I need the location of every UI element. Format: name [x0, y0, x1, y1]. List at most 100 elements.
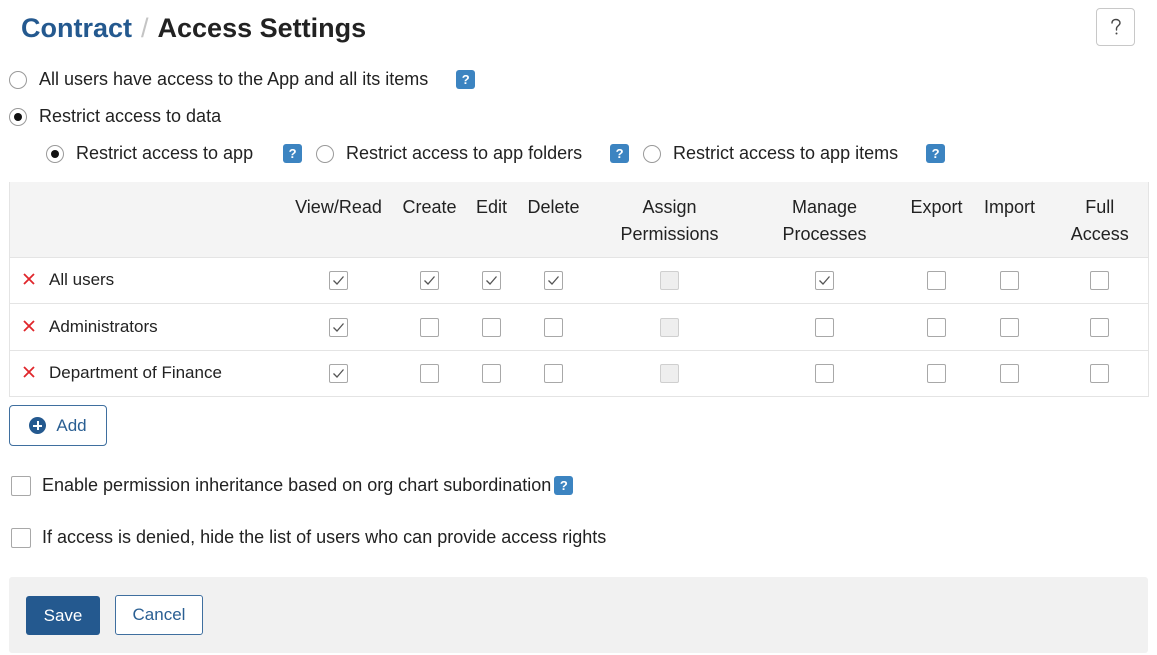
permission-cell-delete: [512, 257, 596, 304]
radio-all-users[interactable]: All users have access to the App and all…: [9, 69, 476, 90]
column-header: Import: [968, 182, 1052, 257]
radio-restrict-folders[interactable]: Restrict access to app folders ?: [316, 143, 630, 164]
permission-checkbox-edit[interactable]: [482, 317, 501, 337]
permission-checkbox-edit[interactable]: [482, 271, 501, 291]
inheritance-option[interactable]: Enable permission inheritance based on o…: [11, 475, 574, 496]
permission-checkbox-export[interactable]: [927, 364, 946, 384]
help-badge-icon[interactable]: ?: [926, 144, 946, 163]
hide-list-checkbox[interactable]: [11, 527, 31, 548]
permission-cell-assign: [596, 304, 744, 351]
permission-checkbox-delete[interactable]: [544, 317, 563, 337]
hide-list-label: If access is denied, hide the list of us…: [42, 527, 607, 547]
permission-checkbox-delete[interactable]: [544, 271, 563, 291]
table-row: Department of Finance: [9, 350, 1149, 397]
permission-checkbox-export[interactable]: [927, 317, 946, 337]
permission-checkbox-manage[interactable]: [815, 317, 834, 337]
permission-checkbox-import[interactable]: [1000, 364, 1019, 384]
radio-restrict-app[interactable]: Restrict access to app ?: [46, 143, 303, 164]
permission-cell-manage: [744, 257, 906, 304]
column-header: Delete: [512, 182, 596, 257]
permission-checkbox-view[interactable]: [329, 317, 348, 337]
permission-cell-export: [906, 350, 968, 397]
row-name-cell: Department of Finance: [10, 350, 290, 397]
remove-icon[interactable]: [22, 272, 36, 286]
save-button[interactable]: Save: [26, 596, 100, 635]
permission-cell-view: [290, 350, 388, 397]
column-header: Full Access: [1052, 182, 1149, 257]
permission-cell-export: [906, 304, 968, 351]
help-badge-icon[interactable]: ?: [456, 70, 476, 89]
permission-checkbox-delete[interactable]: [544, 364, 563, 384]
help-badge-icon[interactable]: ?: [610, 144, 630, 163]
permission-cell-edit: [472, 350, 512, 397]
column-header-label: Edit: [475, 197, 508, 217]
remove-icon[interactable]: [22, 365, 36, 379]
permission-checkbox-import[interactable]: [1000, 317, 1019, 337]
breadcrumb-link-contract[interactable]: Contract: [21, 13, 132, 43]
inheritance-label: Enable permission inheritance based on o…: [42, 475, 552, 495]
permission-checkbox-create[interactable]: [420, 317, 439, 337]
table-header-row: View/Read Create Edit Delete Assign Permi…: [9, 182, 1149, 257]
permission-cell-delete: [512, 350, 596, 397]
permission-cell-full: [1052, 350, 1149, 397]
row-name: All users: [49, 270, 115, 290]
row-name: Administrators: [49, 316, 158, 336]
permission-checkbox-manage[interactable]: [815, 271, 834, 291]
permission-checkbox-create[interactable]: [420, 364, 439, 384]
permission-cell-export: [906, 257, 968, 304]
radio-button-selected[interactable]: [46, 144, 64, 163]
permission-checkbox-assign: [660, 271, 679, 291]
help-badge-icon[interactable]: ?: [283, 144, 303, 163]
cancel-button[interactable]: Cancel: [115, 595, 203, 635]
radio-button[interactable]: [316, 144, 334, 163]
inheritance-checkbox[interactable]: [11, 475, 31, 496]
column-header: Edit: [472, 182, 512, 257]
permission-cell-assign: [596, 257, 744, 304]
table-row: All users: [9, 257, 1149, 304]
row-name-cell: Administrators: [10, 304, 290, 351]
permission-checkbox-edit[interactable]: [482, 364, 501, 384]
permission-cell-full: [1052, 257, 1149, 304]
help-button[interactable]: [1096, 8, 1135, 46]
row-name-cell: All users: [10, 257, 290, 304]
permission-checkbox-export[interactable]: [927, 271, 946, 291]
page-title: Access Settings: [157, 13, 367, 43]
column-header-label: View/Read: [295, 197, 382, 217]
column-header-label: Processes: [782, 224, 867, 244]
permission-checkbox-import[interactable]: [1000, 271, 1019, 291]
permission-checkbox-manage[interactable]: [815, 364, 834, 384]
column-header: View/Read: [290, 182, 388, 257]
permission-cell-assign: [596, 350, 744, 397]
permission-checkbox-full[interactable]: [1090, 364, 1110, 384]
permission-checkbox-full[interactable]: [1090, 271, 1110, 291]
radio-restrict-items-label: Restrict access to app items: [673, 143, 899, 163]
permission-cell-full: [1052, 304, 1149, 351]
radio-button[interactable]: [9, 70, 27, 89]
permission-checkbox-view[interactable]: [329, 364, 348, 384]
permission-checkbox-create[interactable]: [420, 271, 439, 291]
permission-checkbox-view[interactable]: [329, 271, 348, 291]
permission-cell-create: [388, 257, 472, 304]
radio-all-users-label: All users have access to the App and all…: [39, 69, 429, 89]
hide-list-option[interactable]: If access is denied, hide the list of us…: [11, 527, 606, 548]
column-header-label: Export: [910, 197, 963, 217]
help-badge-icon[interactable]: ?: [554, 476, 574, 495]
question-icon: [1110, 18, 1121, 35]
add-button[interactable]: Add: [9, 405, 107, 446]
column-header-name: [10, 182, 290, 257]
radio-button-selected[interactable]: [9, 107, 27, 126]
permission-cell-manage: [744, 350, 906, 397]
plus-circle-icon: [29, 417, 47, 434]
radio-restrict-access-label: Restrict access to data: [39, 106, 222, 126]
remove-icon[interactable]: [22, 319, 36, 333]
permission-checkbox-full[interactable]: [1090, 317, 1110, 337]
radio-restrict-items[interactable]: Restrict access to app items ?: [643, 143, 946, 164]
column-header-label: Manage: [791, 197, 858, 217]
column-header-label: Full: [1085, 197, 1115, 217]
breadcrumb-separator: /: [141, 13, 149, 43]
column-header: Assign Permissions: [596, 182, 744, 257]
breadcrumb: Contract / Access Settings: [21, 10, 366, 46]
radio-restrict-access[interactable]: Restrict access to data: [9, 106, 221, 127]
radio-restrict-app-label: Restrict access to app: [76, 143, 254, 163]
radio-button[interactable]: [643, 144, 661, 163]
